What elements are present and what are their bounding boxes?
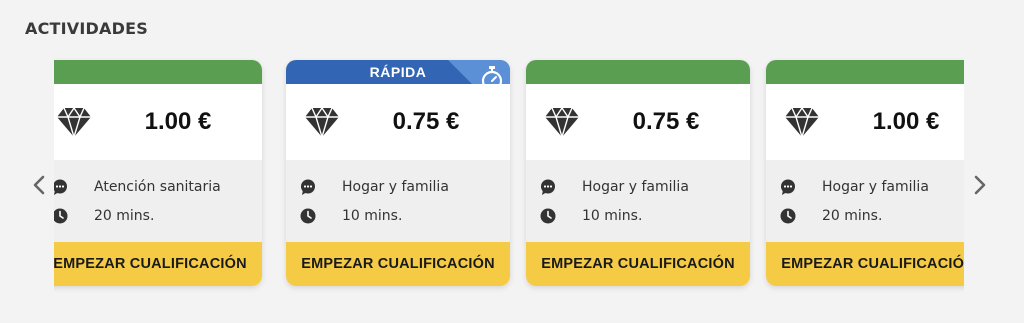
activity-card[interactable]: 0.75 € Hogar y familia 10 mins. EMPEZAR … <box>526 60 750 286</box>
card-info: Hogar y familia 10 mins. <box>286 160 510 242</box>
duration-label: 20 mins. <box>94 208 155 224</box>
start-qualification-button[interactable]: EMPEZAR CUALIFICACIÓN <box>54 242 262 286</box>
duration-row: 20 mins. <box>54 206 154 226</box>
card-info: Hogar y familia 20 mins. <box>766 160 964 242</box>
chat-bubble-icon <box>541 179 555 195</box>
duration-row: 10 mins. <box>300 206 402 226</box>
diamond-icon <box>305 106 339 138</box>
card-header <box>54 60 262 84</box>
duration-label: 10 mins. <box>582 208 643 224</box>
duration-row: 20 mins. <box>780 206 882 226</box>
diamond-icon <box>57 106 91 138</box>
category-label: Atención sanitaria <box>94 179 221 195</box>
duration-label: 10 mins. <box>342 208 403 224</box>
activity-card[interactable]: 1.00 € Hogar y familia 20 mins. EMPEZAR … <box>766 60 964 286</box>
category-row: Atención sanitaria <box>54 177 221 197</box>
activity-card[interactable]: RÁPIDA 0.75 € Hogar y familia 10 mins. E… <box>286 60 510 286</box>
clock-icon <box>54 208 68 224</box>
clock-icon <box>780 208 796 224</box>
diamond-icon <box>545 106 579 138</box>
card-reward: 0.75 € <box>286 84 510 160</box>
category-label: Hogar y familia <box>822 179 929 195</box>
card-info: Atención sanitaria 20 mins. <box>54 160 262 242</box>
chat-bubble-icon <box>301 179 315 195</box>
start-qualification-button[interactable]: EMPEZAR CUALIFICACIÓN <box>286 242 510 286</box>
chat-bubble-icon <box>781 179 795 195</box>
category-row: Hogar y familia <box>540 177 689 197</box>
category-label: Hogar y familia <box>582 179 689 195</box>
carousel-next-button[interactable] <box>968 173 992 197</box>
reward-amount: 0.75 € <box>632 108 700 135</box>
diamond-icon <box>785 106 819 138</box>
duration-label: 20 mins. <box>822 208 883 224</box>
reward-amount: 1.00 € <box>872 108 940 135</box>
reward-amount: 1.00 € <box>144 108 212 135</box>
chat-bubble-icon <box>54 179 67 195</box>
carousel-prev-button[interactable] <box>27 173 51 197</box>
card-header <box>766 60 964 84</box>
category-row: Hogar y familia <box>300 177 449 197</box>
clock-icon <box>300 208 316 224</box>
category-row: Hogar y familia <box>780 177 929 197</box>
clock-icon <box>540 208 556 224</box>
category-label: Hogar y familia <box>342 179 449 195</box>
activities-carousel: 1.00 € Atención sanitaria 20 mins. EMPEZ… <box>54 52 964 302</box>
card-reward: 1.00 € <box>766 84 964 160</box>
chevron-right-icon <box>974 175 986 195</box>
duration-row: 10 mins. <box>540 206 642 226</box>
card-reward: 0.75 € <box>526 84 750 160</box>
start-qualification-button[interactable]: EMPEZAR CUALIFICACIÓN <box>766 242 964 286</box>
card-header <box>526 60 750 84</box>
card-reward: 1.00 € <box>54 84 262 160</box>
chevron-left-icon <box>33 175 45 195</box>
start-qualification-button[interactable]: EMPEZAR CUALIFICACIÓN <box>526 242 750 286</box>
reward-amount: 0.75 € <box>392 108 460 135</box>
activity-card[interactable]: 1.00 € Atención sanitaria 20 mins. EMPEZ… <box>54 60 262 286</box>
section-title: ACTIVIDADES <box>25 19 148 38</box>
card-info: Hogar y familia 10 mins. <box>526 160 750 242</box>
